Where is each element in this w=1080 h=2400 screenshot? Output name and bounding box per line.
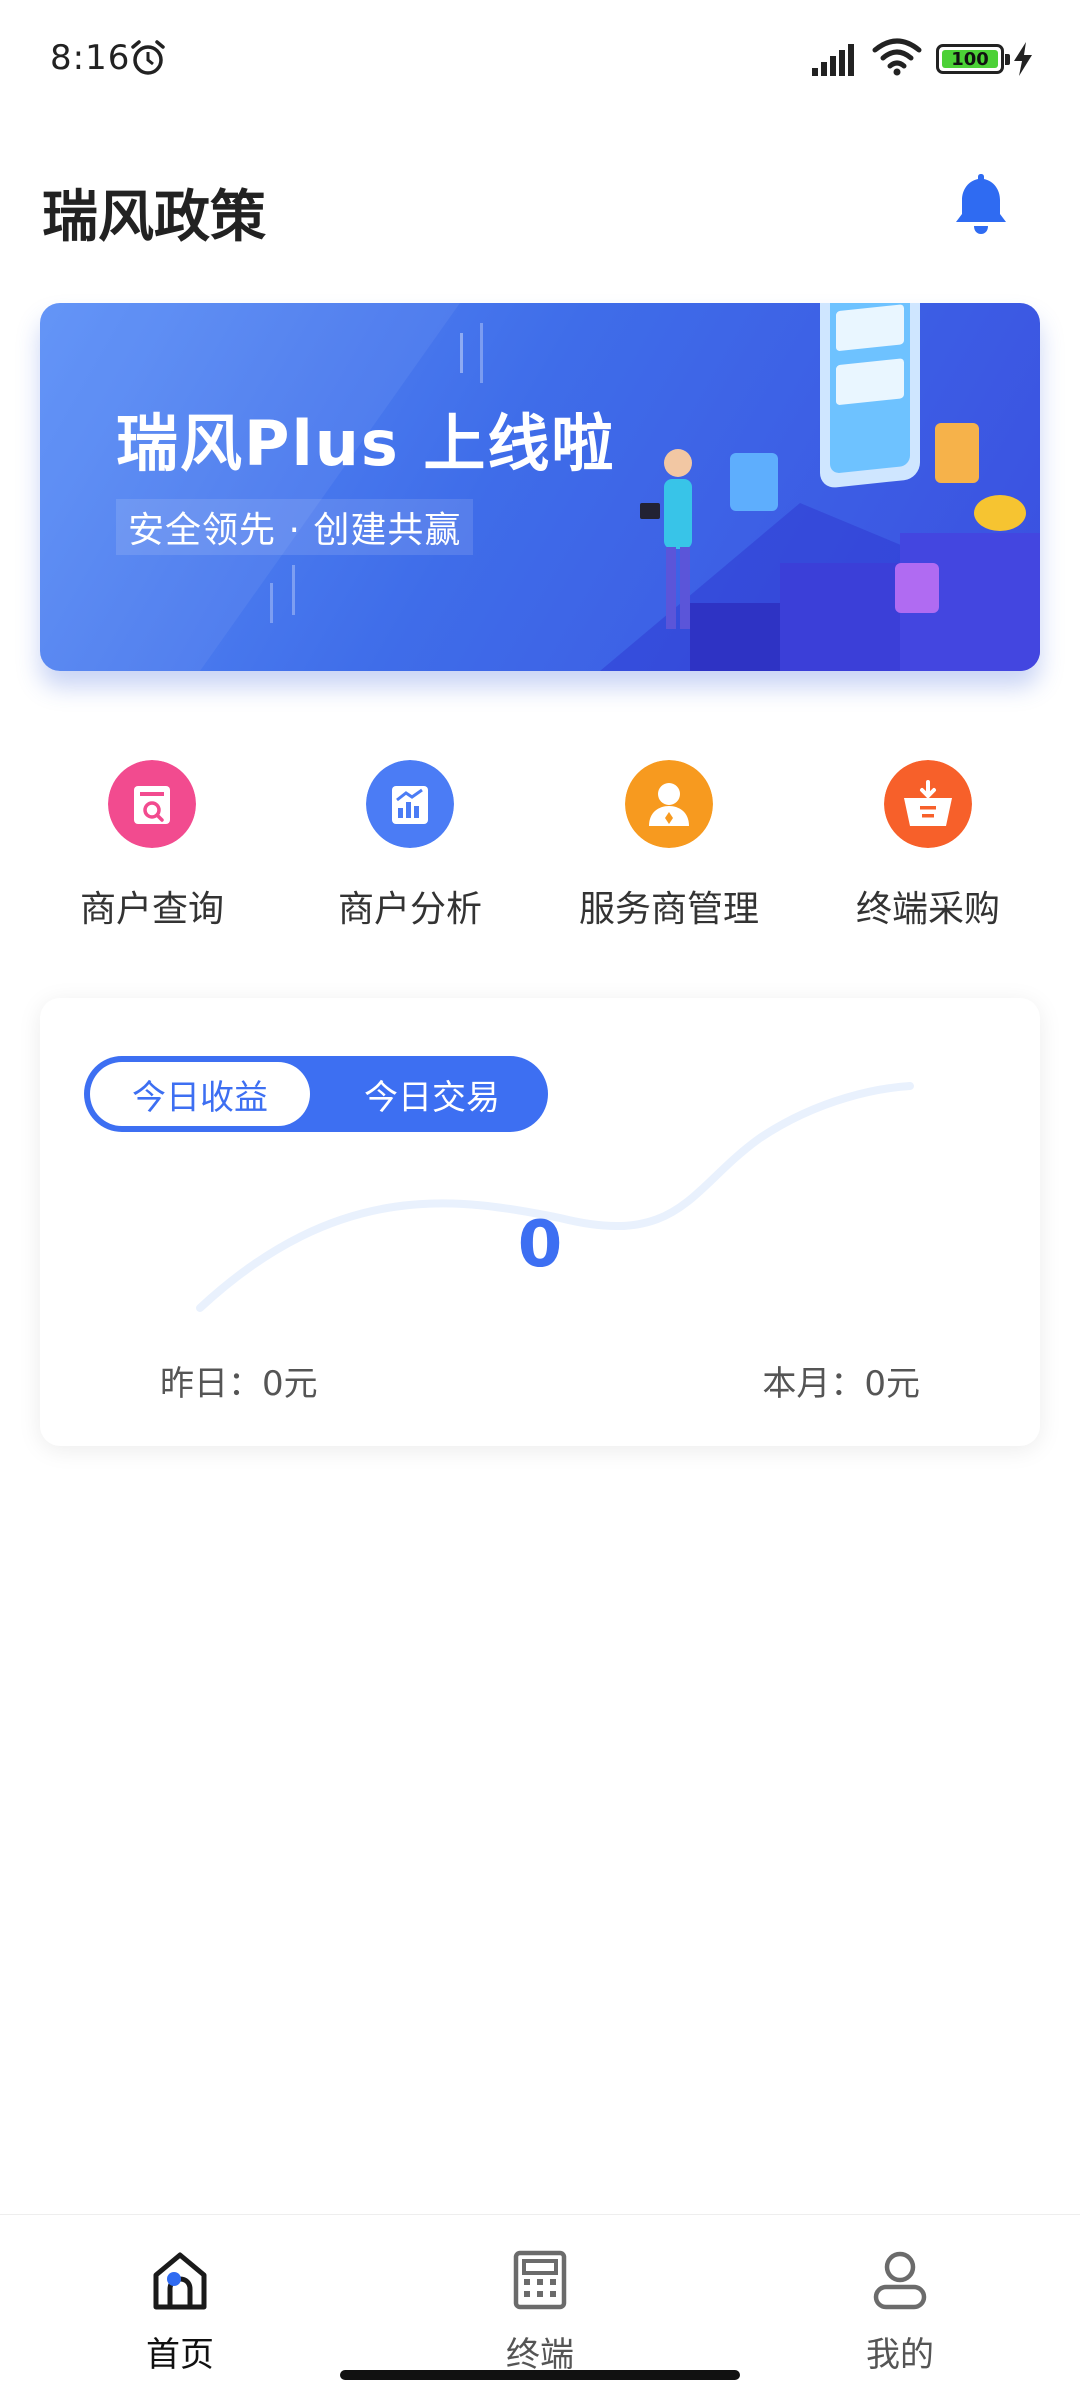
nav-label-home: 首页 (146, 2335, 214, 2375)
battery-icon: 100 (936, 44, 1010, 74)
menu-label: 服务商管理 (578, 889, 759, 930)
menu-item-terminal-purchase[interactable]: 终端采购 (798, 750, 1058, 940)
tab-today-earnings[interactable]: 今日收益 (90, 1062, 310, 1126)
profile-icon (873, 2251, 927, 2310)
nav-label-terminal: 终端 (506, 2335, 574, 2375)
page-title: 瑞风政策 (42, 185, 266, 250)
home-indicator (340, 2370, 740, 2380)
nav-item-profile[interactable]: 我的 (800, 2229, 1000, 2379)
menu-label: 商户分析 (337, 889, 482, 930)
earnings-value: 0 (517, 1208, 563, 1282)
menu-label: 商户查询 (79, 889, 224, 930)
banner-illustration (40, 303, 1040, 671)
charging-icon (1014, 42, 1032, 76)
nav-item-home[interactable]: 首页 (80, 2229, 280, 2379)
menu-item-provider-management[interactable]: 服务商管理 (539, 750, 799, 940)
menu-item-merchant-search[interactable]: 商户查询 (22, 750, 282, 940)
terminal-purchase-icon (884, 760, 972, 848)
nav-item-terminal[interactable]: 终端 (440, 2229, 640, 2379)
earnings-tab-switch: 今日收益 今日交易 (84, 1056, 548, 1132)
alarm-icon (131, 40, 165, 75)
earnings-card: 今日收益 今日交易 0 昨日：0元 本月：0元 (40, 998, 1040, 1446)
battery-level: 100 (942, 49, 998, 70)
wifi-icon (872, 38, 922, 76)
menu-item-merchant-analysis[interactable]: 商户分析 (280, 750, 540, 940)
status-time: 8:16 (50, 38, 131, 78)
bell-icon[interactable] (950, 170, 1012, 236)
home-icon (153, 2252, 207, 2310)
nav-label-profile: 我的 (866, 2335, 934, 2375)
signal-icon (812, 44, 854, 76)
provider-management-icon (625, 760, 713, 848)
banner-subtitle: 安全领先 · 创建共赢 (116, 499, 474, 555)
menu-label: 终端采购 (855, 889, 1000, 930)
merchant-search-icon (108, 760, 196, 848)
home-screen: 8:16 100 瑞风政策 瑞风Plus 上线啦 安全领先 · 创建共赢 商户查… (0, 0, 1080, 2400)
banner-title: 瑞风Plus 上线啦 (116, 407, 616, 480)
merchant-analysis-icon (366, 760, 454, 848)
status-bar: 8:16 100 (0, 0, 1080, 120)
monthly-earnings: 本月：0元 (762, 1364, 920, 1404)
tab-today-transactions[interactable]: 今日交易 (322, 1062, 542, 1126)
quick-menu: 商户查询 商户分析 服务商管理 终端采购 (0, 750, 1080, 950)
terminal-icon (513, 2250, 567, 2310)
promo-banner[interactable]: 瑞风Plus 上线啦 安全领先 · 创建共赢 (40, 303, 1040, 671)
yesterday-earnings: 昨日：0元 (160, 1364, 318, 1404)
